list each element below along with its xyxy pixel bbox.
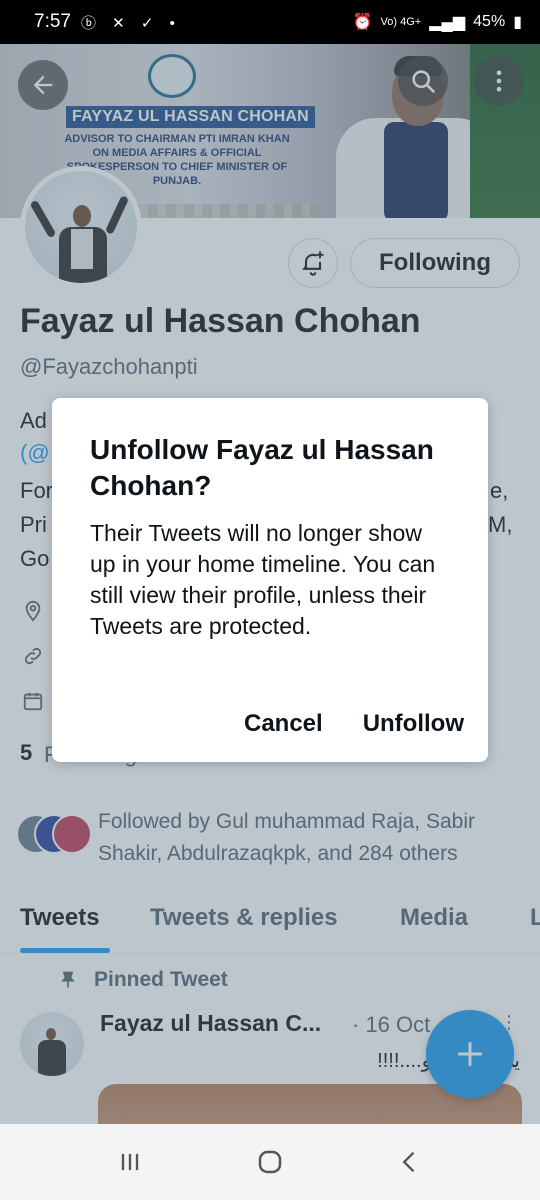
- unfollow-dialog: Unfollow Fayaz ul Hassan Chohan? Their T…: [52, 398, 488, 762]
- dialog-title: Unfollow Fayaz ul Hassan Chohan?: [90, 434, 434, 501]
- recent-apps-icon[interactable]: [116, 1148, 144, 1176]
- battery-icon: ▮: [513, 14, 522, 31]
- dialog-actions: Cancel Unfollow: [244, 710, 464, 738]
- home-icon[interactable]: [255, 1147, 285, 1177]
- network-indicator: Vo) 4G+: [380, 16, 422, 28]
- system-navigation-bar: [0, 1124, 540, 1200]
- system-back-icon[interactable]: [396, 1148, 424, 1176]
- unfollow-button[interactable]: Unfollow: [363, 710, 464, 738]
- alarm-icon: ⏰: [352, 14, 373, 31]
- status-right-group: ⏰ Vo) 4G+ ▂▄▆ 45% ▮: [353, 12, 522, 32]
- status-notification-icons: ⓑ ✕ ✓ •: [80, 14, 181, 32]
- signal-icon: ▂▄▆: [429, 14, 466, 31]
- status-time: 7:57: [34, 11, 71, 32]
- battery-level: 45%: [473, 13, 506, 30]
- dialog-body: Their Tweets will no longer show up in y…: [90, 520, 436, 639]
- cancel-button[interactable]: Cancel: [244, 710, 323, 738]
- status-bar: 7:57 ⓑ ✕ ✓ • ⏰ Vo) 4G+ ▂▄▆ 45% ▮: [0, 0, 540, 44]
